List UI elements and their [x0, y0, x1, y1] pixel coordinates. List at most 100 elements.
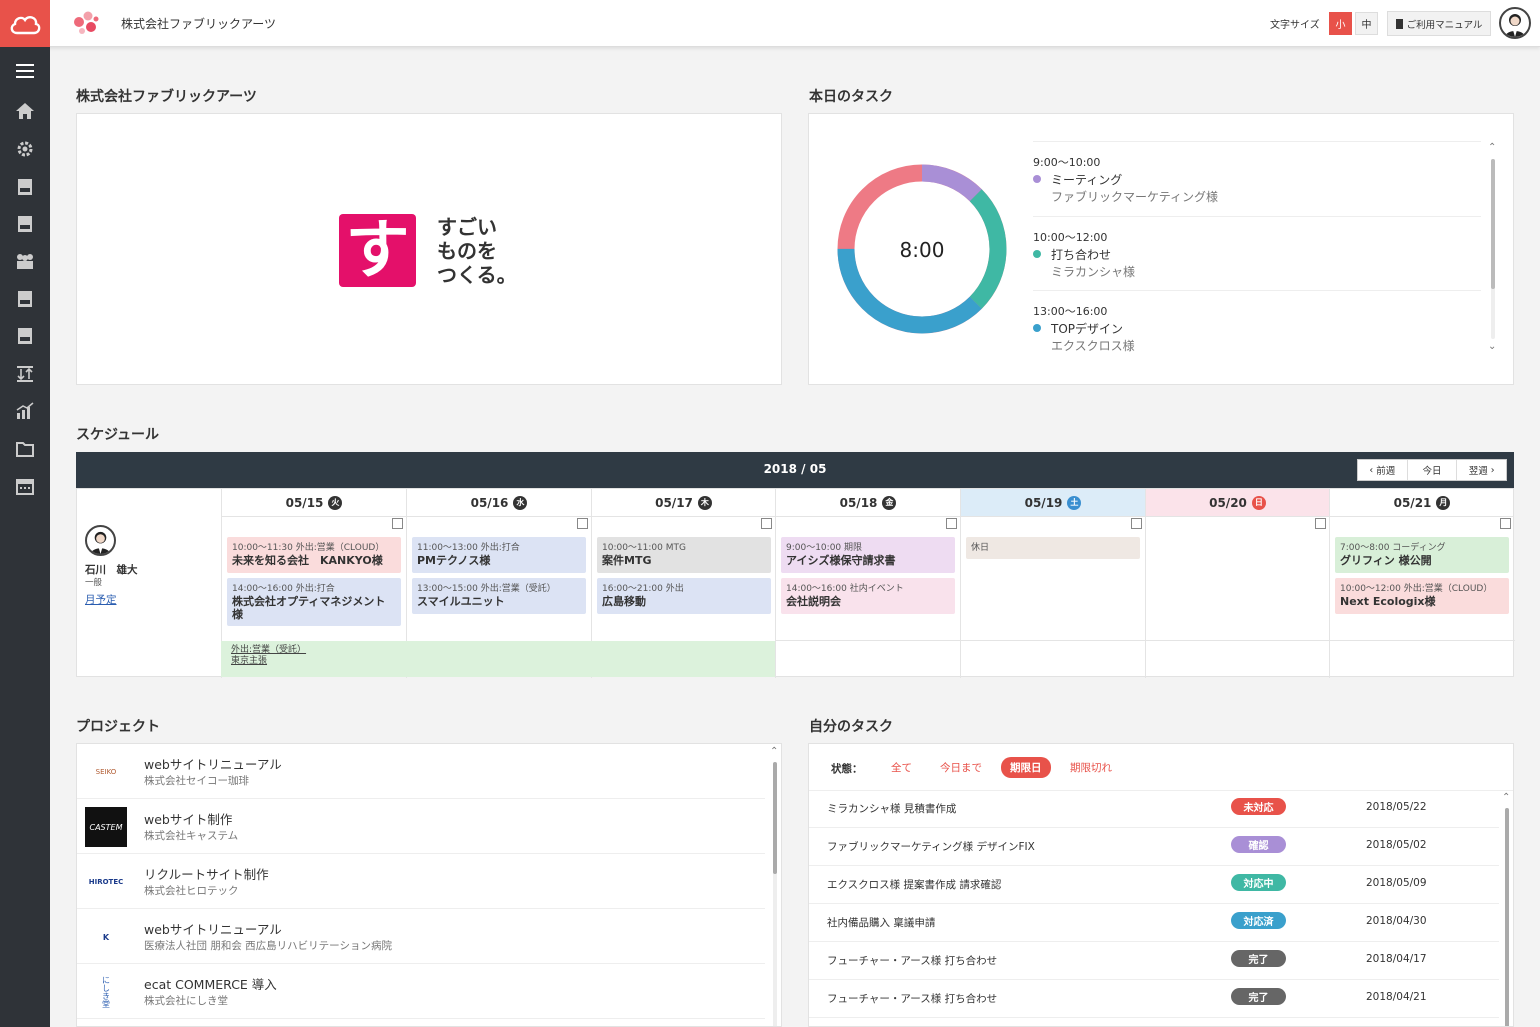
- users-icon[interactable]: [13, 251, 37, 271]
- gear-icon[interactable]: [13, 139, 37, 159]
- edit-icon[interactable]: [1500, 518, 1511, 529]
- task-client: ミラカンシャ様: [1051, 265, 1136, 279]
- filter-due-date[interactable]: 期限日: [1001, 757, 1051, 778]
- month-schedule-link[interactable]: 月予定: [85, 592, 117, 607]
- app-doc-icon[interactable]: [13, 177, 37, 197]
- filter-all[interactable]: 全て: [891, 760, 912, 775]
- calendar-icon[interactable]: [13, 476, 37, 496]
- company-card: す すごい ものを つくる。: [76, 113, 782, 385]
- schedule-event[interactable]: 休日: [966, 537, 1140, 559]
- day-date: 05/16: [470, 495, 509, 510]
- user-avatar[interactable]: [1499, 7, 1531, 39]
- schedule-event[interactable]: 10:00〜11:30 外出:営業（CLOUD） 未来を知る会社 KANKYO様: [227, 537, 401, 573]
- font-size-mid-button[interactable]: 中: [1355, 12, 1378, 35]
- my-task-row[interactable]: フューチャー・アース様 打ち合わせ 完了 2018/04/21: [809, 980, 1499, 1018]
- project-row[interactable]: HIROTEC リクルートサイト制作 株式会社ヒロテック: [77, 854, 765, 909]
- tiles-doc-icon[interactable]: [13, 289, 37, 309]
- manual-button[interactable]: ご利用マニュアル: [1387, 11, 1491, 36]
- task-client: ファブリックマーケティング様: [1051, 190, 1219, 204]
- projects-card: SEIKO webサイトリニューアル 株式会社セイコー珈琲 CASTEM web…: [76, 743, 782, 1027]
- day-date: 05/15: [285, 495, 324, 510]
- cloud-logo-icon[interactable]: [0, 0, 50, 47]
- edit-icon[interactable]: [392, 518, 403, 529]
- sort-icon[interactable]: [13, 364, 37, 384]
- top-bar: 株式会社ファブリックアーツ 文字サイズ 小 中 ご利用マニュアル: [0, 0, 1540, 47]
- today-tasks-scrollbar[interactable]: [1491, 159, 1495, 339]
- task-name: TOPデザイン: [1051, 321, 1124, 336]
- edit-icon[interactable]: [577, 518, 588, 529]
- today-task-item[interactable]: 10:00〜12:00 打ち合わせ ミラカンシャ様: [1033, 216, 1481, 281]
- prev-week-button[interactable]: ‹ 前週: [1358, 460, 1408, 480]
- my-task-row[interactable]: ファブリックマーケティング様 デザインFIX 確認 2018/05/02: [809, 828, 1499, 866]
- doc-icon[interactable]: [13, 326, 37, 346]
- today-task-item[interactable]: 9:00〜10:00 ミーティング ファブリックマーケティング様: [1033, 141, 1481, 206]
- slogan: すごい ものを つくる。: [437, 215, 517, 287]
- company-logo-mark: す: [339, 214, 416, 287]
- today-task-item[interactable]: 13:00〜16:00 TOPデザイン エクスクロス様: [1033, 290, 1481, 355]
- schedule-event[interactable]: 14:00〜16:00 外出:打合 株式会社オプティマネジメント様: [227, 578, 401, 626]
- project-row[interactable]: にしき堂 ecat COMMERCE 導入 株式会社にしき堂: [77, 964, 765, 1019]
- font-size-small-button[interactable]: 小: [1329, 12, 1352, 35]
- task-name: ミーティング: [1051, 172, 1123, 187]
- folder-icon[interactable]: [13, 439, 37, 459]
- home-icon[interactable]: [13, 101, 37, 121]
- edit-icon[interactable]: [1131, 518, 1142, 529]
- next-week-button[interactable]: 翌週 ›: [1457, 460, 1506, 480]
- schedule-event[interactable]: 11:00〜13:00 外出:打合 PMテクノス様: [412, 537, 586, 573]
- my-tasks-scrollbar[interactable]: [1505, 808, 1509, 1026]
- edit-icon[interactable]: [1315, 518, 1326, 529]
- scroll-down-icon[interactable]: ⌄: [1488, 341, 1496, 352]
- project-name: webサイト制作: [144, 812, 233, 827]
- my-task-row[interactable]: 社内備品購入 稟議申請 対応済 2018/04/30: [809, 904, 1499, 942]
- task-client: エクスクロス様: [1051, 339, 1135, 353]
- my-task-row[interactable]: フューチャー・アース様 打ち合わせ 完了 2018/04/17: [809, 942, 1499, 980]
- project-row[interactable]: CASTEM webサイト制作 株式会社キャステム: [77, 799, 765, 854]
- filter-due-today[interactable]: 今日まで: [940, 760, 982, 775]
- event-time: 10:00〜11:00 MTG: [602, 543, 686, 553]
- user-role: 一般: [85, 578, 103, 588]
- menu-icon[interactable]: [13, 61, 37, 81]
- event-time: 9:00〜10:00 期限: [786, 543, 863, 553]
- user-avatar[interactable]: [85, 525, 116, 556]
- day-badge: 木: [697, 495, 712, 510]
- my-task-date: 2018/04/30: [1366, 915, 1427, 927]
- schedule-event[interactable]: 14:00〜16:00 社内イベント 会社説明会: [781, 578, 955, 614]
- status-badge: 完了: [1231, 988, 1286, 1005]
- task-dot-icon: [1033, 324, 1041, 332]
- my-task-name: ミラカンシャ様 見積書作成: [827, 803, 957, 815]
- schedule-event[interactable]: 10:00〜12:00 外出:営業（CLOUD） Next Ecologix様: [1335, 578, 1509, 614]
- chart-icon[interactable]: [13, 401, 37, 421]
- schedule-event[interactable]: 13:00〜15:00 外出:営業（受託） スマイルユニット: [412, 578, 586, 614]
- edit-icon[interactable]: [761, 518, 772, 529]
- company-logo-icon[interactable]: [71, 9, 101, 39]
- allday-event[interactable]: 外出:営業（受託） 東京主張: [221, 641, 775, 677]
- scroll-up-icon[interactable]: ⌃: [1488, 142, 1496, 153]
- schedule-event[interactable]: 7:00〜8:00 コーディング グリフィン 様公開: [1335, 537, 1509, 573]
- week-nav: ‹ 前週 今日 翌週 ›: [1357, 459, 1507, 481]
- filter-overdue[interactable]: 期限切れ: [1070, 760, 1112, 775]
- event-name: スマイルユニット: [417, 595, 505, 608]
- project-client: 株式会社ヒロテック: [144, 885, 239, 897]
- projects-title: プロジェクト: [76, 719, 160, 735]
- my-task-date: 2018/05/09: [1366, 877, 1427, 889]
- schedule-event[interactable]: 16:00〜21:00 外出 広島移動: [597, 578, 771, 614]
- project-client: 株式会社セイコー珈琲: [144, 775, 249, 787]
- schedule-event[interactable]: 10:00〜11:00 MTG 案件MTG: [597, 537, 771, 573]
- allday-line: 外出:営業（受託）: [231, 645, 307, 655]
- scroll-up-icon[interactable]: ⌃: [1502, 792, 1510, 803]
- day-date: 05/20: [1209, 495, 1247, 510]
- project-row[interactable]: SEIKO webサイトリニューアル 株式会社セイコー珈琲: [77, 744, 765, 799]
- projects-scrollbar[interactable]: [773, 762, 777, 1026]
- project-name: リクルートサイト制作: [144, 867, 269, 882]
- today-button[interactable]: 今日: [1408, 460, 1458, 480]
- list-doc-icon[interactable]: [13, 214, 37, 234]
- day-date: 05/18: [839, 495, 878, 510]
- project-row[interactable]: K webサイトリニューアル 医療法人社団 朋和会 西広島リハビリテーション病院: [77, 909, 765, 964]
- my-task-row[interactable]: エクスクロス様 提案書作成 請求確認 対応中 2018/05/09: [809, 866, 1499, 904]
- task-time: 10:00〜12:00: [1033, 231, 1108, 244]
- schedule-event[interactable]: 9:00〜10:00 期限 アイシズ様保守請求書: [781, 537, 955, 573]
- scroll-up-icon[interactable]: ⌃: [770, 746, 778, 757]
- my-task-row[interactable]: ミラカンシャ様 見積書作成 未対応 2018/05/22: [809, 790, 1499, 828]
- my-tasks-card: 状態： 全て 今日まで 期限日 期限切れ ミラカンシャ様 見積書作成 未対応 2…: [808, 743, 1514, 1027]
- edit-icon[interactable]: [946, 518, 957, 529]
